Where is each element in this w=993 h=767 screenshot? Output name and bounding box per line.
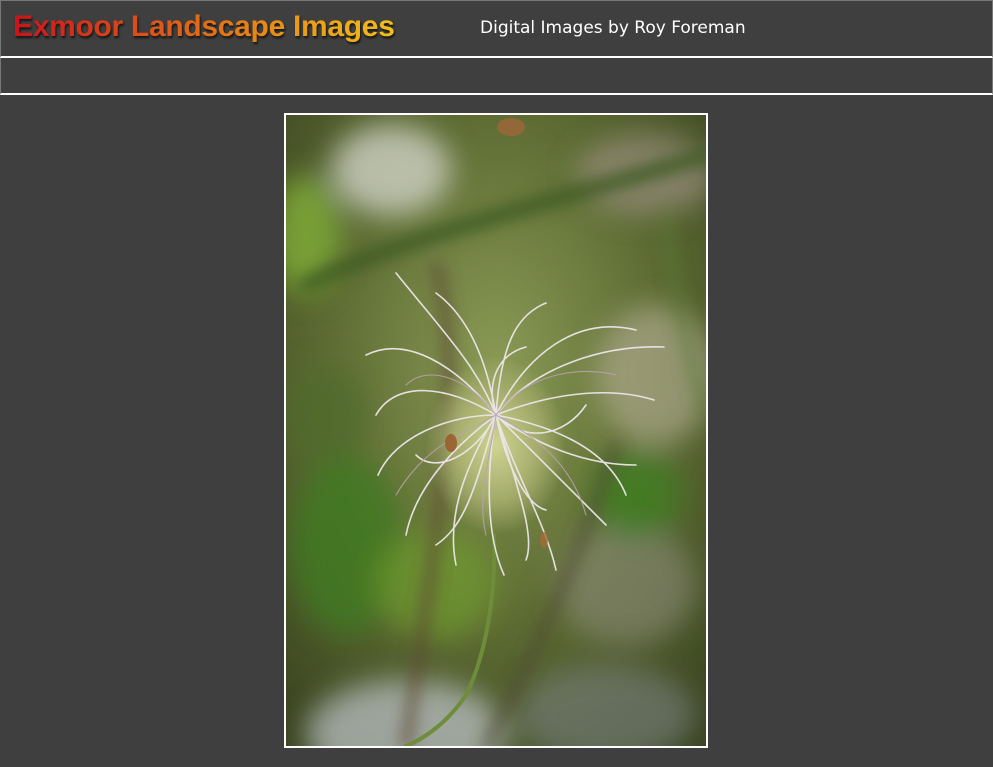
page: Exmoor Landscape Images Digital Images b… [0,0,993,767]
photo-image [286,115,706,746]
site-header: Exmoor Landscape Images Digital Images b… [0,0,993,58]
nav-bar [0,58,993,95]
site-title[interactable]: Exmoor Landscape Images [13,10,395,44]
site-subtitle: Digital Images by Roy Foreman [480,18,746,38]
seed-head-photo [284,113,708,748]
